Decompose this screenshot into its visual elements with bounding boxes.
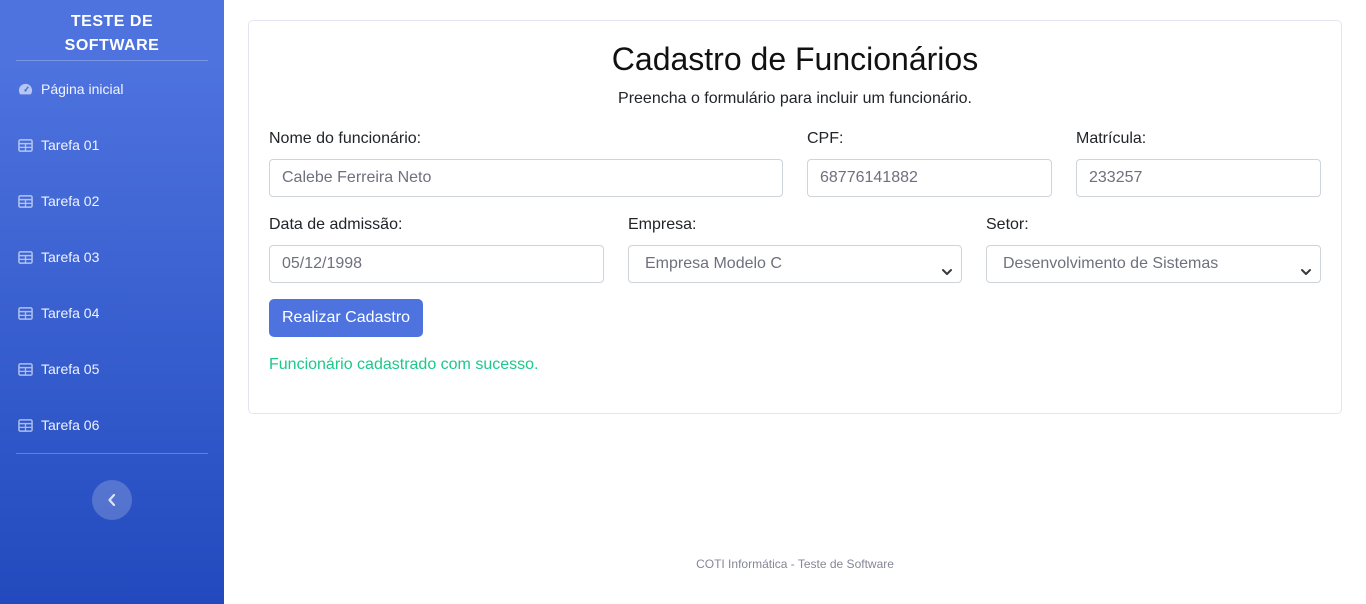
sidebar-item-label: Tarefa 03 <box>41 249 100 265</box>
sidebar-brand[interactable]: TESTE DE SOFTWARE <box>0 0 224 60</box>
chevron-down-icon <box>941 257 953 275</box>
brand-line-1: TESTE DE <box>70 13 154 30</box>
sidebar-item-tarefa-01[interactable]: Tarefa 01 <box>0 117 224 173</box>
sidebar-item-tarefa-04[interactable]: Tarefa 04 <box>0 285 224 341</box>
sidebar-item-label: Tarefa 04 <box>41 305 100 321</box>
cpf-input[interactable]: 68776141882 <box>807 159 1052 197</box>
matricula-input[interactable]: 233257 <box>1076 159 1321 197</box>
form-card: Cadastro de Funcionários Preencha o form… <box>248 20 1342 414</box>
footer-text: COTI Informática - Teste de Software <box>696 557 894 571</box>
success-message: Funcionário cadastrado com sucesso. <box>269 356 539 373</box>
sidebar-item-tarefa-03[interactable]: Tarefa 03 <box>0 229 224 285</box>
brand-line-2: SOFTWARE <box>64 37 160 54</box>
sidebar-divider <box>16 453 208 454</box>
table-icon <box>18 138 33 153</box>
nome-input[interactable]: Calebe Ferreira Neto <box>269 159 783 197</box>
sidebar-item-label: Página inicial <box>41 81 124 97</box>
empresa-select[interactable]: Empresa Modelo C <box>628 245 962 283</box>
sidebar-item-label: Tarefa 01 <box>41 137 100 153</box>
realizar-cadastro-button[interactable]: Realizar Cadastro <box>269 299 424 337</box>
sidebar: TESTE DE SOFTWARE Página inicial Tarefa … <box>0 0 224 604</box>
sidebar-item-tarefa-02[interactable]: Tarefa 02 <box>0 173 224 229</box>
setor-selected-value: Desenvolvimento de Sistemas <box>1003 255 1219 272</box>
chevron-left-icon <box>107 494 117 506</box>
matricula-label: Matrícula: <box>1076 130 1147 147</box>
empresa-label: Empresa: <box>628 216 697 233</box>
sidebar-item-tarefa-06[interactable]: Tarefa 06 <box>0 397 224 453</box>
nome-label: Nome do funcionário: <box>269 130 422 147</box>
empresa-selected-value: Empresa Modelo C <box>645 255 782 272</box>
table-icon <box>18 194 33 209</box>
table-icon <box>18 250 33 265</box>
admissao-date-input[interactable]: 05/12/1998 <box>269 245 604 283</box>
page-title: Cadastro de Funcionários <box>611 41 979 77</box>
table-icon <box>18 306 33 321</box>
admissao-label: Data de admissão: <box>269 216 403 233</box>
sidebar-item-label: Tarefa 05 <box>41 361 100 377</box>
sidebar-item-tarefa-05[interactable]: Tarefa 05 <box>0 341 224 397</box>
cpf-label: CPF: <box>807 130 844 147</box>
table-icon <box>18 418 33 433</box>
setor-label: Setor: <box>986 216 1029 233</box>
setor-select[interactable]: Desenvolvimento de Sistemas <box>986 245 1321 283</box>
sidebar-item-label: Tarefa 06 <box>41 417 100 433</box>
sidebar-toggle-button[interactable] <box>92 480 132 520</box>
chevron-down-icon <box>1300 257 1312 275</box>
sidebar-item-pagina-inicial[interactable]: Página inicial <box>0 61 224 117</box>
page-subtitle: Preencha o formulário para incluir um fu… <box>618 90 972 107</box>
table-icon <box>18 362 33 377</box>
sidebar-item-label: Tarefa 02 <box>41 193 100 209</box>
dashboard-gauge-icon <box>18 82 33 97</box>
